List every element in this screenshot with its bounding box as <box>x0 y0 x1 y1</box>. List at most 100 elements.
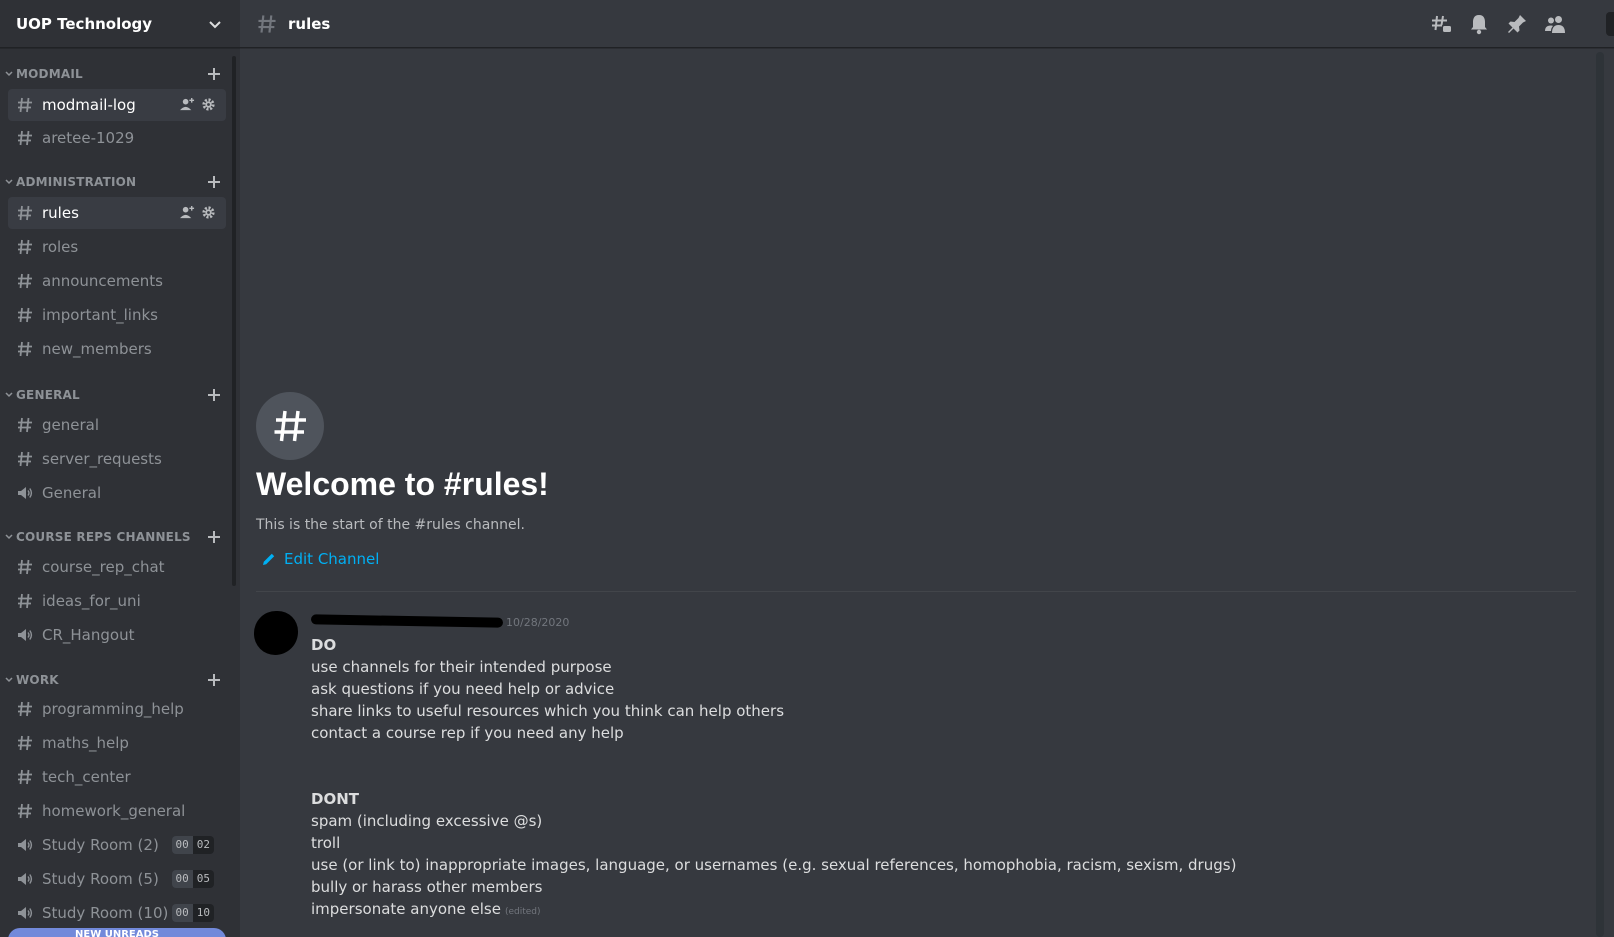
hash-icon <box>18 451 32 467</box>
dont-heading: DONT <box>311 790 359 808</box>
edited-marker: (edited) <box>504 907 541 917</box>
channel-header: rules <box>240 0 1614 48</box>
sidebar-item-programming-help[interactable]: programming_help <box>8 693 226 725</box>
sidebar-item-new-members[interactable]: new_members <box>8 333 226 365</box>
hash-icon <box>18 769 32 785</box>
edit-channel-link[interactable]: Edit Channel <box>262 550 379 568</box>
chevron-down-icon <box>5 179 13 185</box>
gear-icon[interactable] <box>201 97 216 112</box>
sidebar-item-course-rep-chat[interactable]: course_rep_chat <box>8 551 226 583</box>
chevron-down-icon <box>5 71 13 77</box>
sidebar-item-modmail-log[interactable]: modmail-log <box>8 89 226 121</box>
sidebar-item-ideas-for-uni[interactable]: ideas_for_uni <box>8 585 226 617</box>
channel-label: ideas_for_uni <box>42 592 141 610</box>
hash-icon <box>18 97 32 113</box>
channel-label: aretee-1029 <box>42 129 135 147</box>
author-name-redacted[interactable] <box>310 614 504 628</box>
user-count: 00 <box>171 870 193 888</box>
server-name: UOP Technology <box>16 14 153 33</box>
plus-icon[interactable] <box>206 387 222 403</box>
sidebar-item-rules[interactable]: rules <box>8 197 226 229</box>
sidebar-item-roles[interactable]: roles <box>8 231 226 263</box>
header-toolbar <box>1430 13 1566 35</box>
do-item: contact a course rep if you need any hel… <box>311 724 624 742</box>
sidebar-item-tech-center[interactable]: tech_center <box>8 761 226 793</box>
gear-icon[interactable] <box>201 205 216 220</box>
sidebar-item-homework-general[interactable]: homework_general <box>8 795 226 827</box>
message-timestamp: 10/28/2020 <box>506 616 570 629</box>
hash-icon <box>274 410 306 442</box>
server-header[interactable]: UOP Technology <box>0 0 240 48</box>
category-course-reps[interactable]: COURSE REPS CHANNELS <box>0 525 232 549</box>
plus-icon[interactable] <box>206 174 222 190</box>
hash-icon <box>18 593 32 609</box>
do-heading: DO <box>311 636 337 654</box>
dont-item: use (or link to) inappropriate images, l… <box>311 856 1237 874</box>
speaker-icon <box>18 487 33 499</box>
sidebar-scrollbar[interactable] <box>232 56 236 586</box>
sidebar-item-important-links[interactable]: important_links <box>8 299 226 331</box>
category-modmail[interactable]: MODMAIL <box>0 62 232 86</box>
sidebar-item-announcements[interactable]: announcements <box>8 265 226 297</box>
sidebar-item-server-requests[interactable]: server_requests <box>8 443 226 475</box>
channel-label: maths_help <box>42 734 129 752</box>
welcome-title: Welcome to #rules! <box>256 466 549 502</box>
threads-icon[interactable] <box>1430 13 1452 35</box>
sidebar-item-maths-help[interactable]: maths_help <box>8 727 226 759</box>
add-member-icon[interactable] <box>180 97 195 112</box>
channel-label: CR_Hangout <box>42 626 135 644</box>
category-work[interactable]: WORK <box>0 668 232 692</box>
add-member-icon[interactable] <box>180 205 195 220</box>
dont-item: bully or harass other members <box>311 878 543 896</box>
sidebar-item-aretee-1029[interactable]: aretee-1029 <box>8 122 226 154</box>
plus-icon[interactable] <box>206 529 222 545</box>
hash-icon <box>18 130 32 146</box>
channel-label: course_rep_chat <box>42 558 165 576</box>
channel-label: Study Room (5) <box>42 870 159 888</box>
pencil-icon <box>263 553 275 565</box>
user-limit: 02 <box>192 836 214 854</box>
category-label: GENERAL <box>16 388 80 402</box>
hash-icon <box>18 273 32 289</box>
plus-icon[interactable] <box>206 66 222 82</box>
channel-label: Study Room (10) <box>42 904 169 922</box>
sidebar-item-study-room-5[interactable]: Study Room (5) 00 05 <box>8 863 226 895</box>
chevron-down-icon[interactable] <box>206 15 224 33</box>
category-label: ADMINISTRATION <box>16 175 137 189</box>
dont-item: troll <box>311 834 341 852</box>
channel-hash-avatar <box>256 392 324 460</box>
do-item: use channels for their intended purpose <box>311 658 612 676</box>
channel-label: important_links <box>42 306 158 324</box>
sidebar-item-study-room-10[interactable]: Study Room (10) 00 10 <box>8 897 226 929</box>
channel-label: rules <box>42 204 79 222</box>
channel-label: new_members <box>42 340 152 358</box>
user-limit-badge: 00 10 <box>171 904 214 922</box>
user-limit-badge: 00 02 <box>171 836 214 854</box>
hash-icon <box>18 307 32 323</box>
hash-icon <box>18 205 32 221</box>
sidebar-item-cr-hangout[interactable]: CR_Hangout <box>8 619 226 651</box>
channel-label: roles <box>42 238 79 256</box>
chat-scrollbar[interactable] <box>1596 52 1604 937</box>
hash-icon <box>18 239 32 255</box>
new-unreads-button[interactable]: NEW UNREADS <box>8 928 226 937</box>
pin-icon[interactable] <box>1506 13 1528 35</box>
category-general[interactable]: GENERAL <box>0 383 232 407</box>
bell-icon[interactable] <box>1468 13 1490 35</box>
members-panel-edge <box>1606 12 1614 36</box>
chevron-down-icon <box>5 677 13 683</box>
user-limit: 05 <box>192 870 214 888</box>
sidebar-item-voice-general[interactable]: General <box>8 477 226 509</box>
channel-title: rules <box>288 14 331 33</box>
category-administration[interactable]: ADMINISTRATION <box>0 170 232 194</box>
avatar[interactable] <box>254 611 298 655</box>
hash-icon <box>18 417 32 433</box>
hash-icon <box>258 14 276 33</box>
members-icon[interactable] <box>1544 13 1566 35</box>
plus-icon[interactable] <box>206 672 222 688</box>
sidebar-item-study-room-2[interactable]: Study Room (2) 00 02 <box>8 829 226 861</box>
category-label: MODMAIL <box>16 67 83 81</box>
sidebar-item-general[interactable]: general <box>8 409 226 441</box>
